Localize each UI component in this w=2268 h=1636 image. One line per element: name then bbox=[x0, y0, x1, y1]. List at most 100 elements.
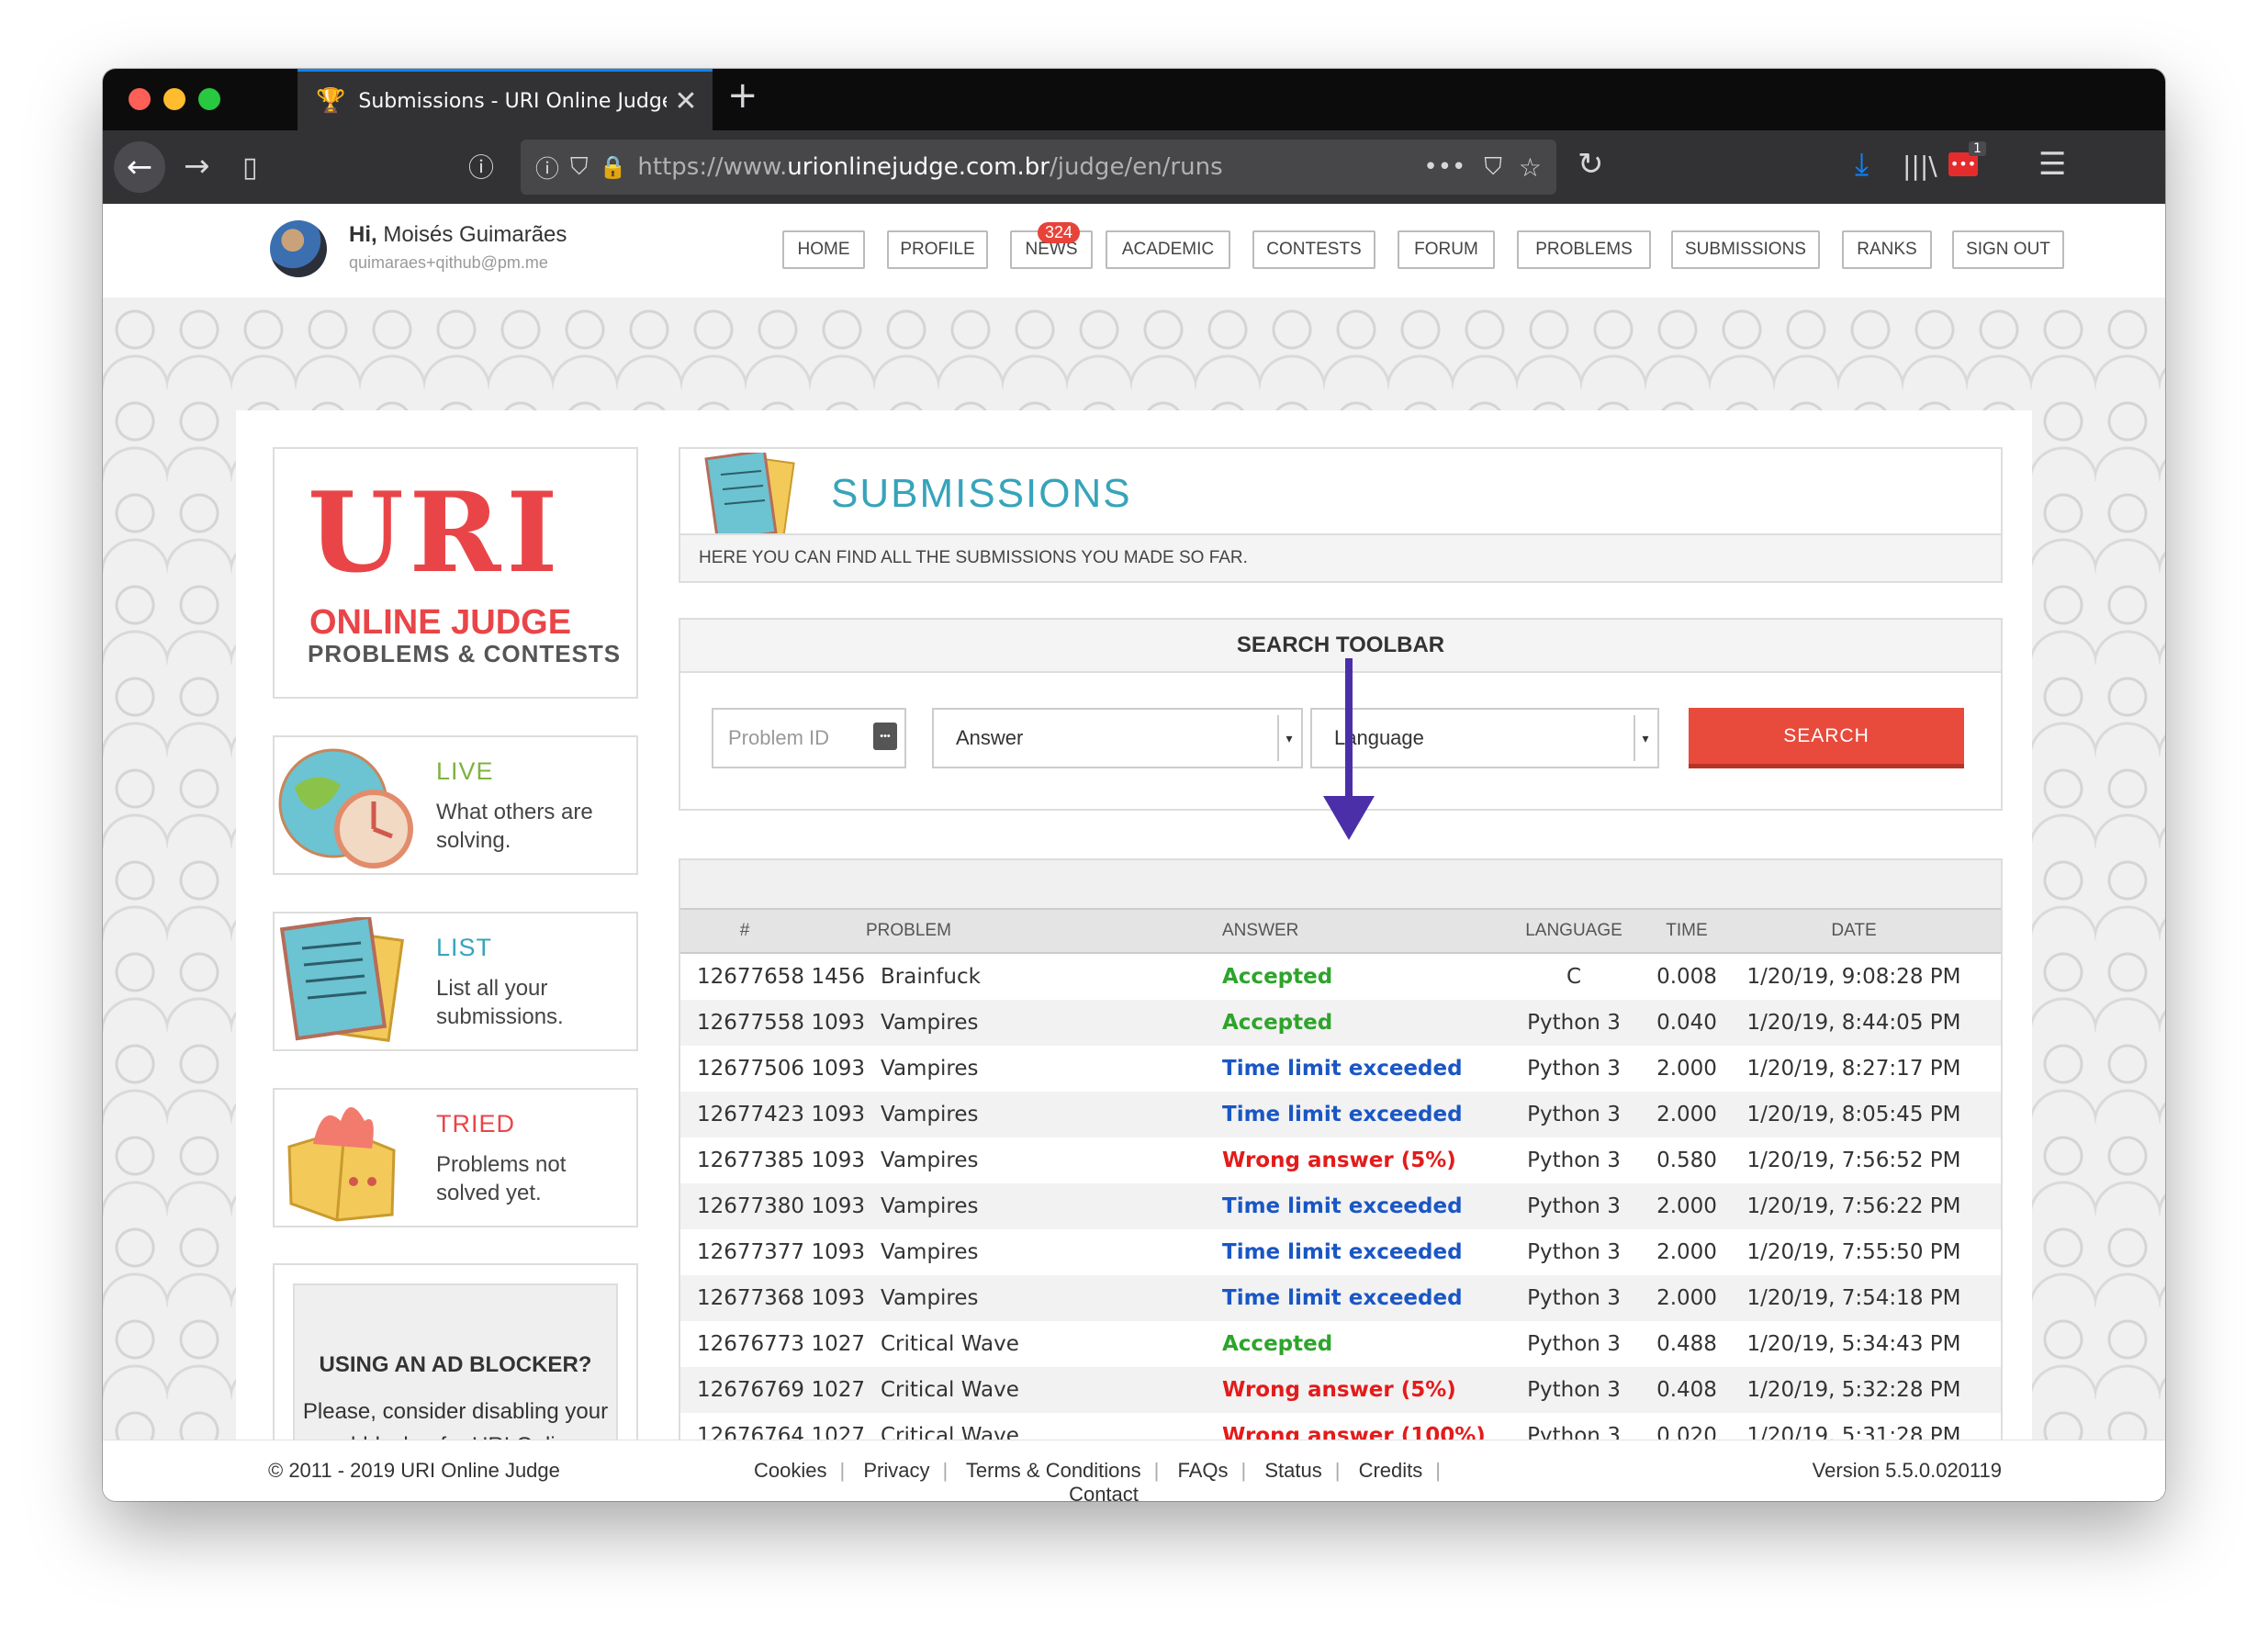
problem-name[interactable]: Brainfuck bbox=[880, 953, 1221, 1000]
menu-submissions[interactable]: SUBMISSIONS bbox=[1671, 230, 1820, 269]
problem-number[interactable]: 1456 bbox=[809, 953, 880, 1000]
problem-number[interactable]: 1027 bbox=[809, 1321, 880, 1367]
answer-status[interactable]: Wrong answer (5%) bbox=[1221, 1137, 1508, 1183]
header-answer[interactable]: ANSWER bbox=[1221, 910, 1508, 954]
menu-sign-out[interactable]: SIGN OUT bbox=[1952, 230, 2064, 269]
table-row[interactable]: 12677368 1093 Vampires Time limit exceeded P… bbox=[680, 1275, 2001, 1321]
answer-select[interactable]: Answer ▾ bbox=[932, 708, 1303, 768]
menu-forum[interactable]: FORUM bbox=[1398, 230, 1495, 269]
pocket-icon[interactable]: ⛉ bbox=[1484, 153, 1502, 182]
url-text[interactable]: https://www.urionlinejudge.com.br/judge/… bbox=[637, 153, 1222, 181]
library-icon[interactable]: |||\ bbox=[1903, 151, 1937, 182]
menu-problems[interactable]: PROBLEMS bbox=[1517, 230, 1651, 269]
answer-status[interactable]: Accepted bbox=[1221, 953, 1508, 1000]
menu-home[interactable]: HOME bbox=[782, 230, 865, 269]
answer-status[interactable]: Time limit exceeded bbox=[1221, 1046, 1508, 1092]
header-time[interactable]: TIME bbox=[1640, 910, 1734, 954]
site-logo[interactable]: URI ONLINE JUDGE PROBLEMS & CONTESTS bbox=[273, 447, 638, 699]
bookmark-star-icon[interactable]: ☆ bbox=[1519, 152, 1542, 183]
table-row[interactable]: 12677558 1093 Vampires Accepted Python 3 0.04… bbox=[680, 1000, 2001, 1046]
download-icon[interactable]: ⤓ bbox=[1855, 149, 1869, 180]
problem-name[interactable]: Vampires bbox=[880, 1229, 1221, 1275]
problem-number[interactable]: 1027 bbox=[809, 1367, 880, 1413]
table-row[interactable]: 12677423 1093 Vampires Time limit exceeded P… bbox=[680, 1092, 2001, 1137]
header-number[interactable]: # bbox=[680, 910, 809, 954]
forward-arrow-icon[interactable]: → bbox=[184, 151, 210, 182]
problem-name[interactable]: Critical Wave bbox=[880, 1321, 1221, 1367]
problem-name[interactable]: Critical Wave bbox=[880, 1367, 1221, 1413]
menu-ranks[interactable]: RANKS bbox=[1842, 230, 1932, 269]
footer-link-status[interactable]: Status bbox=[1264, 1459, 1321, 1482]
hamburger-menu-icon[interactable]: ☰ bbox=[2038, 149, 2066, 180]
submission-id[interactable]: 12677558 bbox=[680, 1000, 809, 1046]
problem-number[interactable]: 1093 bbox=[809, 1046, 880, 1092]
reload-icon[interactable]: ↻ bbox=[1577, 149, 1604, 180]
answer-status[interactable]: Accepted bbox=[1221, 1321, 1508, 1367]
answer-status[interactable]: Time limit exceeded bbox=[1221, 1183, 1508, 1229]
problem-number[interactable]: 1093 bbox=[809, 1137, 880, 1183]
browser-tab[interactable]: 🏆 Submissions - URI Online Judge ✕ bbox=[298, 69, 713, 130]
submission-id[interactable]: 12677506 bbox=[680, 1046, 809, 1092]
close-tab-icon[interactable]: ✕ bbox=[674, 85, 697, 118]
table-row[interactable]: 12676773 1027 Critical Wave Accepted Python … bbox=[680, 1321, 2001, 1367]
back-arrow-icon[interactable]: ← bbox=[114, 141, 165, 193]
answer-status[interactable]: Time limit exceeded bbox=[1221, 1092, 1508, 1137]
footer-link-privacy[interactable]: Privacy bbox=[863, 1459, 929, 1482]
submission-id[interactable]: 12677658 bbox=[680, 953, 809, 1000]
footer-link-terms[interactable]: Terms & Conditions bbox=[966, 1459, 1141, 1482]
menu-profile[interactable]: PROFILE bbox=[887, 230, 988, 269]
sidebar-toggle-icon[interactable]: ▯ bbox=[242, 152, 258, 184]
menu-academic[interactable]: ACADEMIC bbox=[1106, 230, 1230, 269]
minimize-window-button[interactable] bbox=[163, 88, 185, 110]
submission-id[interactable]: 12677385 bbox=[680, 1137, 809, 1183]
avatar[interactable] bbox=[270, 220, 327, 277]
page-actions-icon[interactable]: ••• bbox=[1423, 153, 1465, 181]
footer-link-cookies[interactable]: Cookies bbox=[754, 1459, 826, 1482]
submission-id[interactable]: 12676773 bbox=[680, 1321, 809, 1367]
problem-name[interactable]: Vampires bbox=[880, 1183, 1221, 1229]
info-icon[interactable]: ⓘ bbox=[468, 152, 494, 184]
footer-link-credits[interactable]: Credits bbox=[1359, 1459, 1423, 1482]
table-row[interactable]: 12677377 1093 Vampires Time limit exceeded P… bbox=[680, 1229, 2001, 1275]
submission-id[interactable]: 12677377 bbox=[680, 1229, 809, 1275]
language-select[interactable]: Language ▾ bbox=[1310, 708, 1659, 768]
table-row[interactable]: 12677380 1093 Vampires Time limit exceeded P… bbox=[680, 1183, 2001, 1229]
table-row[interactable]: 12677385 1093 Vampires Wrong answer (5%) Pyt… bbox=[680, 1137, 2001, 1183]
problem-number[interactable]: 1093 bbox=[809, 1183, 880, 1229]
problem-number[interactable]: 1093 bbox=[809, 1000, 880, 1046]
table-row[interactable]: 12677506 1093 Vampires Time limit exceeded P… bbox=[680, 1046, 2001, 1092]
submission-id[interactable]: 12677380 bbox=[680, 1183, 809, 1229]
submission-id[interactable]: 12677368 bbox=[680, 1275, 809, 1321]
site-info-icon[interactable]: ⓘ bbox=[535, 151, 559, 185]
header-problem[interactable]: PROBLEM bbox=[809, 910, 1221, 954]
answer-status[interactable]: Accepted bbox=[1221, 1000, 1508, 1046]
sidebar-card-live[interactable]: LIVE What others are solving. bbox=[273, 735, 638, 875]
close-window-button[interactable] bbox=[129, 88, 151, 110]
problem-number[interactable]: 1093 bbox=[809, 1092, 880, 1137]
problem-number[interactable]: 1093 bbox=[809, 1275, 880, 1321]
problem-id-input[interactable] bbox=[726, 725, 868, 751]
url-bar[interactable]: ⓘ ⛉ 🔒 https://www.urionlinejudge.com.br/… bbox=[521, 140, 1556, 195]
problem-name[interactable]: Vampires bbox=[880, 1275, 1221, 1321]
footer-link-contact[interactable]: Contact bbox=[1069, 1483, 1139, 1501]
problem-number[interactable]: 1093 bbox=[809, 1229, 880, 1275]
answer-status[interactable]: Time limit exceeded bbox=[1221, 1275, 1508, 1321]
sidebar-card-tried[interactable]: TRIED Problems not solved yet. bbox=[273, 1088, 638, 1227]
problem-name[interactable]: Vampires bbox=[880, 1000, 1221, 1046]
tracking-shield-icon[interactable]: ⛉ bbox=[570, 153, 589, 182]
menu-contests[interactable]: CONTESTS bbox=[1252, 230, 1375, 269]
problem-id-field[interactable]: ••• bbox=[712, 708, 906, 768]
answer-status[interactable]: Time limit exceeded bbox=[1221, 1229, 1508, 1275]
submission-id[interactable]: 12676769 bbox=[680, 1367, 809, 1413]
answer-status[interactable]: Wrong answer (5%) bbox=[1221, 1367, 1508, 1413]
sidebar-card-list[interactable]: LIST List all your submissions. bbox=[273, 912, 638, 1051]
table-row[interactable]: 12677658 1456 Brainfuck Accepted C 0.008 1/20/… bbox=[680, 953, 2001, 1000]
problem-name[interactable]: Vampires bbox=[880, 1092, 1221, 1137]
problem-name[interactable]: Vampires bbox=[880, 1046, 1221, 1092]
table-row[interactable]: 12676769 1027 Critical Wave Wrong answer (5… bbox=[680, 1367, 2001, 1413]
new-tab-icon[interactable]: + bbox=[727, 74, 758, 117]
search-button[interactable]: SEARCH bbox=[1689, 708, 1964, 768]
submission-id[interactable]: 12677423 bbox=[680, 1092, 809, 1137]
maximize-window-button[interactable] bbox=[198, 88, 220, 110]
header-language[interactable]: LANGUAGE bbox=[1508, 910, 1640, 954]
